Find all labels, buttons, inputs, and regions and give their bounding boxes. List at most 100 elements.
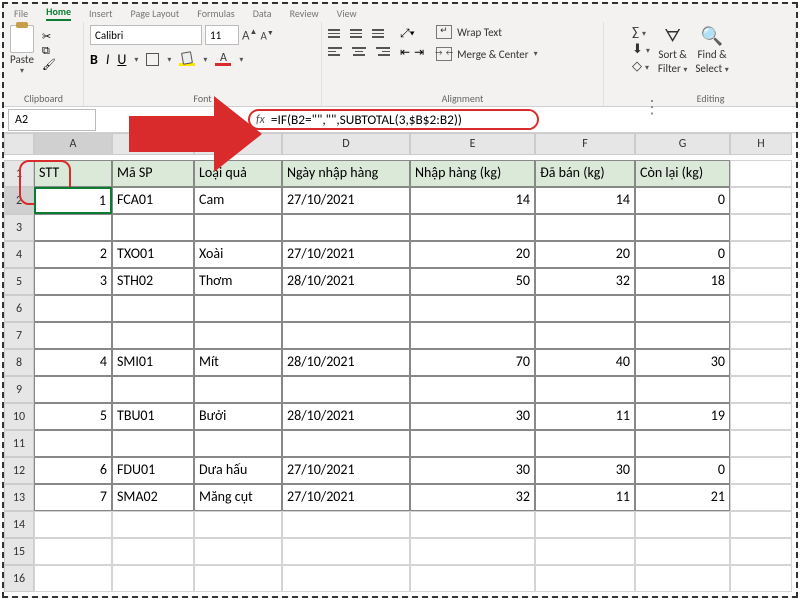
cell-C11[interactable] bbox=[194, 430, 282, 457]
cell-H7[interactable] bbox=[730, 322, 792, 349]
cell-B16[interactable] bbox=[112, 565, 194, 592]
cell-A11[interactable] bbox=[34, 430, 112, 457]
fill-color-icon[interactable] bbox=[179, 54, 195, 66]
cell-F12[interactable]: 30 bbox=[535, 457, 635, 484]
decrease-indent-icon[interactable]: ⇤ bbox=[400, 45, 410, 60]
tab-page-layout[interactable]: Page Layout bbox=[131, 7, 180, 20]
cell-D11[interactable] bbox=[282, 430, 410, 457]
cell-H1[interactable] bbox=[730, 160, 792, 187]
cell-A4[interactable]: 2 bbox=[34, 241, 112, 268]
cell-H12[interactable] bbox=[730, 457, 792, 484]
cell-G2[interactable]: 0 bbox=[635, 187, 730, 214]
tab-file[interactable]: File bbox=[14, 7, 28, 20]
cell-D10[interactable]: 28/10/2021 bbox=[282, 403, 410, 430]
sort-filter-button[interactable]: ᗊ Sort & Filter ▾ bbox=[658, 25, 688, 75]
cell-C6[interactable] bbox=[194, 295, 282, 322]
tab-insert[interactable]: Insert bbox=[89, 7, 113, 20]
border-icon[interactable] bbox=[146, 53, 159, 66]
cell-H10[interactable] bbox=[730, 403, 792, 430]
cell-G8[interactable]: 30 bbox=[635, 349, 730, 376]
cell-E11[interactable] bbox=[410, 430, 535, 457]
cell-A12[interactable]: 6 bbox=[34, 457, 112, 484]
cell-F9[interactable] bbox=[535, 376, 635, 403]
cell-G16[interactable] bbox=[635, 565, 730, 592]
cell-C15[interactable] bbox=[194, 538, 282, 565]
align-top-icon[interactable] bbox=[328, 27, 346, 41]
cell-E5[interactable]: 50 bbox=[410, 268, 535, 295]
cell-G10[interactable]: 19 bbox=[635, 403, 730, 430]
cell-A15[interactable] bbox=[34, 538, 112, 565]
cell-D7[interactable] bbox=[282, 322, 410, 349]
cell-E7[interactable] bbox=[410, 322, 535, 349]
cell-D6[interactable] bbox=[282, 295, 410, 322]
cell-B7[interactable] bbox=[112, 322, 194, 349]
cell-B5[interactable]: STH02 bbox=[112, 268, 194, 295]
fill-icon[interactable]: ⬇ ▾ bbox=[632, 42, 650, 57]
cell-F5[interactable]: 32 bbox=[535, 268, 635, 295]
cell-C16[interactable] bbox=[194, 565, 282, 592]
cell-G12[interactable]: 0 bbox=[635, 457, 730, 484]
cell-A2[interactable]: 1 bbox=[34, 187, 112, 214]
cell-D16[interactable] bbox=[282, 565, 410, 592]
col-header-D[interactable]: D bbox=[282, 133, 410, 155]
cell-H4[interactable] bbox=[730, 241, 792, 268]
orientation-icon[interactable]: ⤢▾ bbox=[400, 27, 415, 41]
cell-E13[interactable]: 32 bbox=[410, 484, 535, 511]
cell-C2[interactable]: Cam bbox=[194, 187, 282, 214]
tab-home[interactable]: Home bbox=[46, 5, 71, 21]
cell-D8[interactable]: 28/10/2021 bbox=[282, 349, 410, 376]
cell-F16[interactable] bbox=[535, 565, 635, 592]
cell-E15[interactable] bbox=[410, 538, 535, 565]
cell-H6[interactable] bbox=[730, 295, 792, 322]
row-header-10[interactable]: 10 bbox=[4, 403, 34, 430]
row-header-1[interactable]: 1 bbox=[4, 160, 34, 187]
cell-D13[interactable]: 27/10/2021 bbox=[282, 484, 410, 511]
cell-H8[interactable] bbox=[730, 349, 792, 376]
cell-G6[interactable] bbox=[635, 295, 730, 322]
format-painter-icon[interactable]: 🖌 bbox=[42, 59, 56, 71]
row-header-2[interactable]: 2 bbox=[4, 187, 34, 214]
cell-B12[interactable]: FDU01 bbox=[112, 457, 194, 484]
cell-B2[interactable]: FCA01 bbox=[112, 187, 194, 214]
cell-A16[interactable] bbox=[34, 565, 112, 592]
row-header-12[interactable]: 12 bbox=[4, 457, 34, 484]
cell-F11[interactable] bbox=[535, 430, 635, 457]
cell-D2[interactable]: 27/10/2021 bbox=[282, 187, 410, 214]
cell-G9[interactable] bbox=[635, 376, 730, 403]
increase-font-icon[interactable]: A▲ bbox=[242, 27, 257, 43]
cell-E12[interactable]: 30 bbox=[410, 457, 535, 484]
cell-A5[interactable]: 3 bbox=[34, 268, 112, 295]
col-header-H[interactable]: H bbox=[730, 133, 792, 155]
formula-bar[interactable] bbox=[271, 111, 531, 128]
cell-E4[interactable]: 20 bbox=[410, 241, 535, 268]
align-right-icon[interactable] bbox=[372, 45, 390, 59]
cell-G15[interactable] bbox=[635, 538, 730, 565]
cell-G13[interactable]: 21 bbox=[635, 484, 730, 511]
cell-C7[interactable] bbox=[194, 322, 282, 349]
cell-B9[interactable] bbox=[112, 376, 194, 403]
cell-D3[interactable] bbox=[282, 214, 410, 241]
cell-H2[interactable] bbox=[730, 187, 792, 214]
cell-C4[interactable]: Xoài bbox=[194, 241, 282, 268]
cell-B4[interactable]: TXO01 bbox=[112, 241, 194, 268]
cell-F14[interactable] bbox=[535, 511, 635, 538]
decrease-font-icon[interactable]: A▼ bbox=[260, 28, 273, 43]
font-size-combo[interactable] bbox=[205, 25, 239, 45]
spreadsheet[interactable]: ABCDEFGH1STTMã SPLoại quảNgày nhập hàngN… bbox=[4, 133, 796, 596]
cell-A8[interactable]: 4 bbox=[34, 349, 112, 376]
row-header-8[interactable]: 8 bbox=[4, 349, 34, 376]
cell-A13[interactable]: 7 bbox=[34, 484, 112, 511]
cell-B3[interactable] bbox=[112, 214, 194, 241]
col-header-E[interactable]: E bbox=[410, 133, 535, 155]
cell-B8[interactable]: SMI01 bbox=[112, 349, 194, 376]
merge-center-button[interactable]: Merge & Center▾ bbox=[436, 47, 538, 61]
cell-C13[interactable]: Măng cụt bbox=[194, 484, 282, 511]
cell-F6[interactable] bbox=[535, 295, 635, 322]
row-header-6[interactable]: 6 bbox=[4, 295, 34, 322]
cell-F15[interactable] bbox=[535, 538, 635, 565]
cell-F3[interactable] bbox=[535, 214, 635, 241]
italic-button[interactable]: I bbox=[106, 51, 110, 68]
cell-B14[interactable] bbox=[112, 511, 194, 538]
cell-E2[interactable]: 14 bbox=[410, 187, 535, 214]
cell-H11[interactable] bbox=[730, 430, 792, 457]
